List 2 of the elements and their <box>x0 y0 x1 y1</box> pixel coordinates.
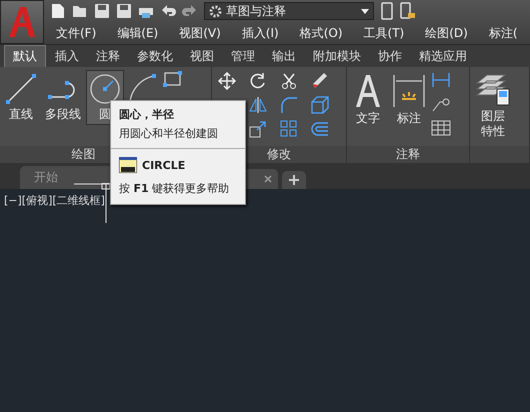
help-hint: 按 F1 键获得更多帮助 <box>118 181 230 197</box>
tooltip-description: 用圆心和半径创建圆 <box>119 126 218 141</box>
